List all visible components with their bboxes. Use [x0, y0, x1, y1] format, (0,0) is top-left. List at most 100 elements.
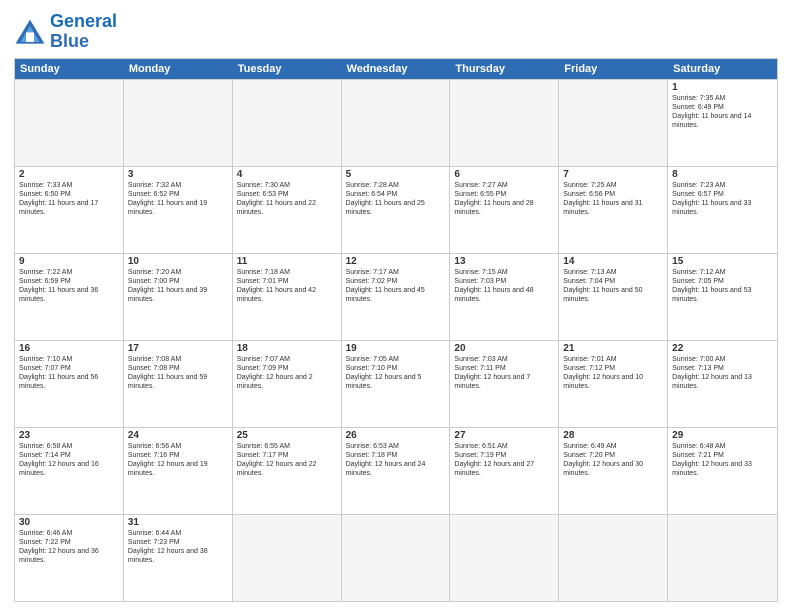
calendar-cell: [15, 80, 124, 166]
cell-day-number: 21: [563, 343, 663, 354]
calendar-cell: [342, 515, 451, 601]
cell-info: Sunrise: 7:01 AM Sunset: 7:12 PM Dayligh…: [563, 355, 663, 391]
cell-day-number: 25: [237, 430, 337, 441]
cell-day-number: 24: [128, 430, 228, 441]
calendar-cell: 6Sunrise: 7:27 AM Sunset: 6:55 PM Daylig…: [450, 167, 559, 253]
calendar-cell: [559, 80, 668, 166]
calendar-cell: 15Sunrise: 7:12 AM Sunset: 7:05 PM Dayli…: [668, 254, 777, 340]
cell-info: Sunrise: 7:23 AM Sunset: 6:57 PM Dayligh…: [672, 181, 773, 217]
calendar-cell: 10Sunrise: 7:20 AM Sunset: 7:00 PM Dayli…: [124, 254, 233, 340]
cell-day-number: 3: [128, 169, 228, 180]
cell-day-number: 9: [19, 256, 119, 267]
calendar-cell: 16Sunrise: 7:10 AM Sunset: 7:07 PM Dayli…: [15, 341, 124, 427]
week-row: 23Sunrise: 6:58 AM Sunset: 7:14 PM Dayli…: [15, 427, 777, 514]
day-header: Wednesday: [342, 59, 451, 79]
calendar-cell: 21Sunrise: 7:01 AM Sunset: 7:12 PM Dayli…: [559, 341, 668, 427]
cell-info: Sunrise: 7:15 AM Sunset: 7:03 PM Dayligh…: [454, 268, 554, 304]
cell-day-number: 7: [563, 169, 663, 180]
week-row: 1Sunrise: 7:35 AM Sunset: 6:49 PM Daylig…: [15, 79, 777, 166]
cell-day-number: 29: [672, 430, 773, 441]
cell-day-number: 1: [672, 82, 773, 93]
calendar: SundayMondayTuesdayWednesdayThursdayFrid…: [14, 58, 778, 602]
cell-info: Sunrise: 6:58 AM Sunset: 7:14 PM Dayligh…: [19, 442, 119, 478]
cell-info: Sunrise: 7:07 AM Sunset: 7:09 PM Dayligh…: [237, 355, 337, 391]
cell-info: Sunrise: 7:00 AM Sunset: 7:13 PM Dayligh…: [672, 355, 773, 391]
cell-day-number: 8: [672, 169, 773, 180]
cell-info: Sunrise: 7:08 AM Sunset: 7:08 PM Dayligh…: [128, 355, 228, 391]
calendar-cell: 8Sunrise: 7:23 AM Sunset: 6:57 PM Daylig…: [668, 167, 777, 253]
cell-info: Sunrise: 6:48 AM Sunset: 7:21 PM Dayligh…: [672, 442, 773, 478]
cell-info: Sunrise: 6:49 AM Sunset: 7:20 PM Dayligh…: [563, 442, 663, 478]
cell-day-number: 26: [346, 430, 446, 441]
cell-info: Sunrise: 7:27 AM Sunset: 6:55 PM Dayligh…: [454, 181, 554, 217]
cell-day-number: 6: [454, 169, 554, 180]
cell-day-number: 16: [19, 343, 119, 354]
cell-info: Sunrise: 7:05 AM Sunset: 7:10 PM Dayligh…: [346, 355, 446, 391]
cell-info: Sunrise: 6:51 AM Sunset: 7:19 PM Dayligh…: [454, 442, 554, 478]
day-header: Sunday: [15, 59, 124, 79]
calendar-cell: 14Sunrise: 7:13 AM Sunset: 7:04 PM Dayli…: [559, 254, 668, 340]
calendar-cell: 11Sunrise: 7:18 AM Sunset: 7:01 PM Dayli…: [233, 254, 342, 340]
cell-info: Sunrise: 7:22 AM Sunset: 6:59 PM Dayligh…: [19, 268, 119, 304]
calendar-cell: 4Sunrise: 7:30 AM Sunset: 6:53 PM Daylig…: [233, 167, 342, 253]
calendar-cell: 9Sunrise: 7:22 AM Sunset: 6:59 PM Daylig…: [15, 254, 124, 340]
week-row: 30Sunrise: 6:46 AM Sunset: 7:22 PM Dayli…: [15, 514, 777, 601]
calendar-cell: 29Sunrise: 6:48 AM Sunset: 7:21 PM Dayli…: [668, 428, 777, 514]
cell-day-number: 17: [128, 343, 228, 354]
calendar-cell: 5Sunrise: 7:28 AM Sunset: 6:54 PM Daylig…: [342, 167, 451, 253]
calendar-cell: 3Sunrise: 7:32 AM Sunset: 6:52 PM Daylig…: [124, 167, 233, 253]
calendar-cell: 7Sunrise: 7:25 AM Sunset: 6:56 PM Daylig…: [559, 167, 668, 253]
cell-info: Sunrise: 7:25 AM Sunset: 6:56 PM Dayligh…: [563, 181, 663, 217]
calendar-cell: 19Sunrise: 7:05 AM Sunset: 7:10 PM Dayli…: [342, 341, 451, 427]
cell-info: Sunrise: 6:46 AM Sunset: 7:22 PM Dayligh…: [19, 529, 119, 565]
week-row: 9Sunrise: 7:22 AM Sunset: 6:59 PM Daylig…: [15, 253, 777, 340]
cell-day-number: 20: [454, 343, 554, 354]
cell-day-number: 18: [237, 343, 337, 354]
cell-info: Sunrise: 7:20 AM Sunset: 7:00 PM Dayligh…: [128, 268, 228, 304]
cell-info: Sunrise: 7:12 AM Sunset: 7:05 PM Dayligh…: [672, 268, 773, 304]
cell-day-number: 28: [563, 430, 663, 441]
cell-day-number: 23: [19, 430, 119, 441]
cell-info: Sunrise: 7:10 AM Sunset: 7:07 PM Dayligh…: [19, 355, 119, 391]
calendar-cell: 30Sunrise: 6:46 AM Sunset: 7:22 PM Dayli…: [15, 515, 124, 601]
cell-info: Sunrise: 6:56 AM Sunset: 7:16 PM Dayligh…: [128, 442, 228, 478]
day-header: Friday: [559, 59, 668, 79]
cell-day-number: 2: [19, 169, 119, 180]
calendar-cell: 23Sunrise: 6:58 AM Sunset: 7:14 PM Dayli…: [15, 428, 124, 514]
calendar-cell: 26Sunrise: 6:53 AM Sunset: 7:18 PM Dayli…: [342, 428, 451, 514]
calendar-cell: 17Sunrise: 7:08 AM Sunset: 7:08 PM Dayli…: [124, 341, 233, 427]
cell-day-number: 4: [237, 169, 337, 180]
calendar-cell: 28Sunrise: 6:49 AM Sunset: 7:20 PM Dayli…: [559, 428, 668, 514]
cell-info: Sunrise: 6:55 AM Sunset: 7:17 PM Dayligh…: [237, 442, 337, 478]
calendar-cell: 31Sunrise: 6:44 AM Sunset: 7:23 PM Dayli…: [124, 515, 233, 601]
calendar-cell: 20Sunrise: 7:03 AM Sunset: 7:11 PM Dayli…: [450, 341, 559, 427]
calendar-cell: [450, 515, 559, 601]
calendar-cell: 24Sunrise: 6:56 AM Sunset: 7:16 PM Dayli…: [124, 428, 233, 514]
cell-info: Sunrise: 7:17 AM Sunset: 7:02 PM Dayligh…: [346, 268, 446, 304]
header: GeneralBlue: [14, 12, 778, 52]
cell-info: Sunrise: 7:32 AM Sunset: 6:52 PM Dayligh…: [128, 181, 228, 217]
cell-info: Sunrise: 6:53 AM Sunset: 7:18 PM Dayligh…: [346, 442, 446, 478]
calendar-cell: 27Sunrise: 6:51 AM Sunset: 7:19 PM Dayli…: [450, 428, 559, 514]
cell-info: Sunrise: 7:30 AM Sunset: 6:53 PM Dayligh…: [237, 181, 337, 217]
calendar-cell: 18Sunrise: 7:07 AM Sunset: 7:09 PM Dayli…: [233, 341, 342, 427]
cell-day-number: 5: [346, 169, 446, 180]
calendar-cell: 2Sunrise: 7:33 AM Sunset: 6:50 PM Daylig…: [15, 167, 124, 253]
cell-day-number: 19: [346, 343, 446, 354]
logo: GeneralBlue: [14, 12, 117, 52]
cell-info: Sunrise: 7:03 AM Sunset: 7:11 PM Dayligh…: [454, 355, 554, 391]
calendar-cell: [124, 80, 233, 166]
calendar-cell: 22Sunrise: 7:00 AM Sunset: 7:13 PM Dayli…: [668, 341, 777, 427]
calendar-cell: 13Sunrise: 7:15 AM Sunset: 7:03 PM Dayli…: [450, 254, 559, 340]
cell-day-number: 22: [672, 343, 773, 354]
calendar-cell: [450, 80, 559, 166]
week-row: 2Sunrise: 7:33 AM Sunset: 6:50 PM Daylig…: [15, 166, 777, 253]
calendar-cell: [233, 80, 342, 166]
cell-day-number: 14: [563, 256, 663, 267]
day-header: Tuesday: [233, 59, 342, 79]
page: GeneralBlue SundayMondayTuesdayWednesday…: [0, 0, 792, 612]
day-headers: SundayMondayTuesdayWednesdayThursdayFrid…: [15, 59, 777, 79]
day-header: Thursday: [450, 59, 559, 79]
cell-day-number: 15: [672, 256, 773, 267]
cell-info: Sunrise: 7:35 AM Sunset: 6:49 PM Dayligh…: [672, 94, 773, 130]
